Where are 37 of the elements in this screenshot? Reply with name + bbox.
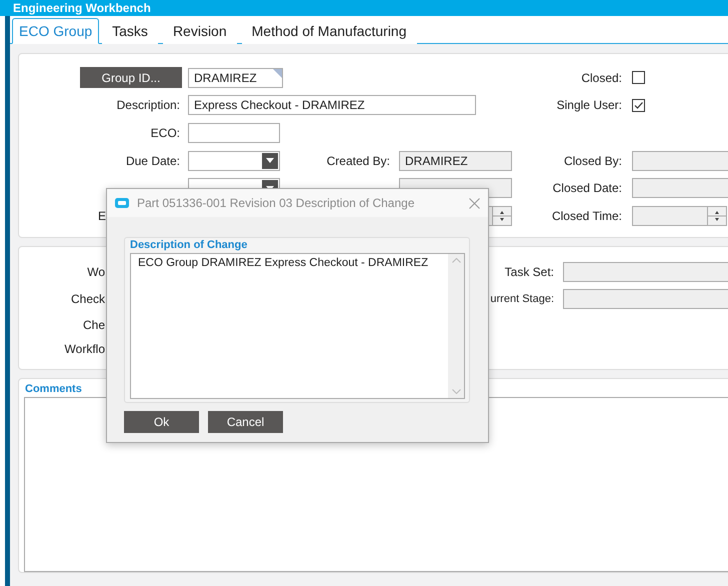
field-label: Closed: — [580, 70, 623, 85]
group-id-field[interactable]: DRAMIREZ — [188, 68, 283, 88]
checkbox[interactable] — [632, 71, 645, 84]
window-title: Engineering Workbench — [0, 0, 728, 16]
group-title: Description of Change — [130, 238, 248, 253]
created-by-field: DRAMIREZ — [399, 150, 512, 171]
tab[interactable]: ECO Group — [12, 18, 100, 44]
ok-button[interactable]: Ok — [124, 411, 199, 433]
field-label: Workflo — [64, 342, 106, 356]
field-label: ECO: — [150, 126, 181, 140]
description-text-area[interactable]: ECO Group DRAMIREZ Express Checkout - DRAMIREZ — [130, 253, 465, 399]
date-field[interactable] — [188, 150, 280, 171]
spinner-control[interactable] — [707, 206, 727, 226]
close-icon[interactable] — [469, 198, 480, 208]
window-icon — [115, 198, 129, 208]
spinner-control[interactable] — [492, 206, 512, 226]
description-field[interactable]: Express Checkout - DRAMIREZ — [188, 95, 476, 116]
field-label: Closed Date: — [552, 181, 623, 196]
field-label: Due Date: — [124, 154, 181, 168]
field-label: Closed Time: — [550, 208, 623, 223]
field-label: Single User: — [556, 98, 623, 112]
field-label: Task Set: — [504, 264, 555, 278]
field-label: Closed By: — [562, 154, 623, 168]
checkbox[interactable] — [632, 98, 645, 112]
field-label: Created By: — [326, 154, 391, 168]
field-label: Check — [70, 292, 106, 306]
group-id-button[interactable]: Group ID... — [80, 67, 182, 88]
field-label: E — [96, 208, 107, 223]
field-label: Che — [82, 318, 106, 332]
comments-title: Comments — [25, 383, 82, 395]
field-label: Description: — [116, 98, 181, 112]
cancel-button[interactable]: Cancel — [208, 411, 283, 433]
dropdown-caret-icon — [266, 158, 274, 164]
eco-field[interactable] — [188, 122, 280, 143]
field-label: Wo — [86, 264, 106, 278]
field-label: urrent Stage: — [489, 292, 555, 304]
dialog-title: Part 051336-001 Revision 03 Description of Change — [137, 196, 416, 210]
